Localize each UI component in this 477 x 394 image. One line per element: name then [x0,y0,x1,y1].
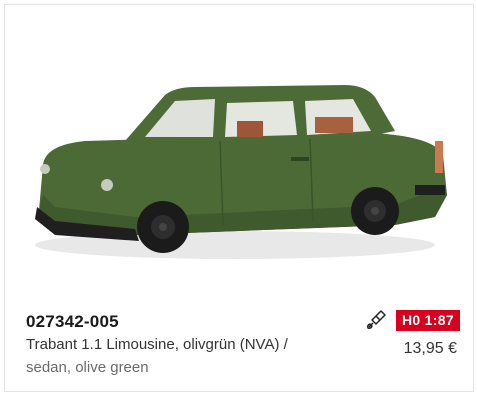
model-car-photo [35,85,447,259]
product-image[interactable] [15,45,465,285]
product-description-de[interactable]: Trabant 1.1 Limousine, olivgrün (NVA) / [26,336,288,353]
product-description-en[interactable]: sedan, olive green [26,359,149,376]
article-number[interactable]: 027342-005 [26,312,119,332]
product-card[interactable]: 027342-005 Trabant 1.1 Limousine, olivgr… [4,4,474,392]
scale-badge: H0 1:87 [396,310,460,331]
paintbrush-icon [365,309,387,331]
price: 13,95 € [403,340,457,357]
